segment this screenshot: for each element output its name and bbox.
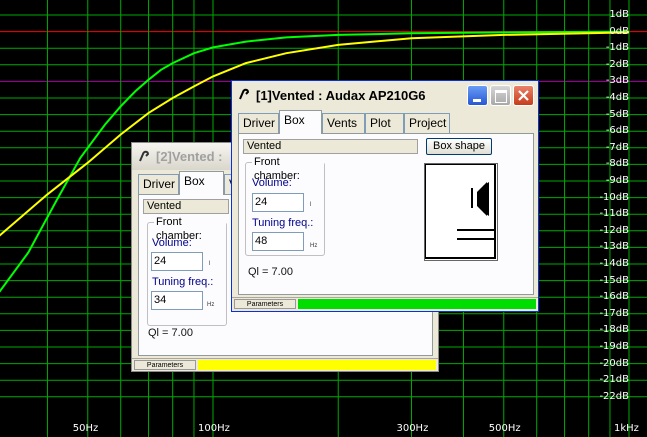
volume-label: Volume: <box>252 177 292 189</box>
box-shape-button[interactable]: Box shape <box>426 138 492 155</box>
freq-tick-label: 1kHz <box>614 423 639 434</box>
db-tick-label: -11dB <box>599 208 629 220</box>
tab-box[interactable]: Box <box>279 110 322 134</box>
db-tick-label: 1dB <box>609 9 629 20</box>
tuning-label: Tuning freq.: <box>152 276 214 288</box>
status-bar: Parameters <box>132 358 438 371</box>
db-tick-label: -18dB <box>599 324 629 336</box>
ql-value: Ql = 7.00 <box>248 266 293 278</box>
volume-unit: l <box>209 261 211 267</box>
volume-unit: l <box>310 202 312 208</box>
volume-input[interactable]: 24 <box>151 252 203 271</box>
db-tick-label: -6dB <box>605 125 629 137</box>
db-tick-label: -15dB <box>599 274 629 286</box>
db-tick-label: -3dB <box>605 75 629 87</box>
tuning-input[interactable]: 48 <box>252 232 304 251</box>
db-tick-label: -19dB <box>599 341 629 352</box>
db-tick-label: -21dB <box>599 374 629 386</box>
parameters-button[interactable]: Parameters <box>234 299 296 309</box>
window-title: [1]Vented : Audax AP210G6 <box>256 88 426 103</box>
ql-value: Ql = 7.00 <box>148 327 193 339</box>
front-chamber-group: Front chamber: Volume: 24 l Tuning freq.… <box>245 155 325 256</box>
box-panel: Vented Box shape Front chamber: Volume: … <box>238 133 534 295</box>
tuning-label: Tuning freq.: <box>252 217 314 229</box>
tuning-input[interactable]: 34 <box>151 291 203 310</box>
freq-tick-label: 500Hz <box>488 423 521 434</box>
maximize-button[interactable] <box>490 85 511 106</box>
status-indicator <box>298 299 536 309</box>
tuning-unit: Hz <box>207 302 215 308</box>
front-chamber-group: Front chamber: Volume: 24 l Tuning freq.… <box>147 215 227 326</box>
box-type-field: Vented <box>143 199 229 214</box>
parameters-button[interactable]: Parameters <box>134 360 196 370</box>
freq-tick-label: 50Hz <box>72 423 99 434</box>
db-tick-label: -10dB <box>599 191 629 203</box>
db-tick-label: -20dB <box>599 357 629 369</box>
tuning-unit: Hz <box>310 243 318 249</box>
close-button[interactable] <box>513 85 534 106</box>
db-tick-label: -17dB <box>599 307 629 319</box>
status-indicator <box>198 360 436 370</box>
close-icon <box>518 90 529 101</box>
tab-driver[interactable]: Driver <box>238 113 279 133</box>
tab-box[interactable]: Box <box>179 171 224 195</box>
db-tick-label: -13dB <box>599 241 629 253</box>
tab-driver[interactable]: Driver <box>138 174 179 194</box>
volume-label: Volume: <box>152 237 192 249</box>
status-bar: Parameters <box>232 297 538 310</box>
db-tick-label: 0dB <box>609 25 629 37</box>
box-type-field: Vented <box>243 139 418 154</box>
tab-plot[interactable]: Plot <box>365 113 404 133</box>
db-tick-label: -7dB <box>605 141 629 153</box>
box-shape-preview <box>424 163 498 261</box>
db-tick-label: -12dB <box>599 224 629 236</box>
db-tick-label: -4dB <box>605 92 629 103</box>
db-tick-label: -8dB <box>605 158 629 170</box>
freq-tick-label: 100Hz <box>198 423 230 434</box>
db-tick-label: -9dB <box>605 175 629 186</box>
db-tick-label: -5dB <box>605 108 629 120</box>
db-tick-label: -22dB <box>599 390 629 402</box>
tab-vents[interactable]: Vents <box>322 113 365 133</box>
tab-project[interactable]: Project <box>404 113 450 133</box>
db-tick-label: -1dB <box>605 42 629 54</box>
db-tick-label: -16dB <box>599 291 629 303</box>
freq-tick-label: 300Hz <box>396 423 429 434</box>
minimize-button[interactable] <box>467 85 488 106</box>
db-tick-label: -14dB <box>599 258 629 269</box>
front-box-window[interactable]: [1]Vented : Audax AP210G6 Driver Box Ven… <box>231 80 539 312</box>
db-tick-label: -2dB <box>605 58 629 70</box>
volume-input[interactable]: 24 <box>252 193 304 212</box>
